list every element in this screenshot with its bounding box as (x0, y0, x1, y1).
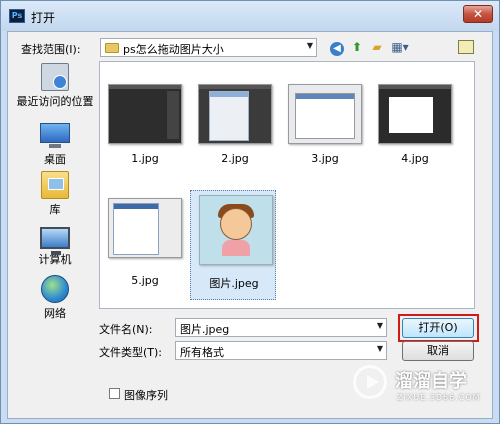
view-menu-icon[interactable]: ▦▾ (388, 38, 412, 56)
file-item-selected[interactable]: 图片.jpeg (190, 190, 276, 300)
place-label: 桌面 (44, 153, 66, 166)
file-list[interactable]: 1.jpg 2.jpg 3.jpg 4.jpg 5.jpg 图片.jpeg (99, 61, 475, 309)
place-label: 网络 (44, 307, 66, 320)
computer-icon (40, 227, 70, 255)
window-title: 打开 (31, 11, 56, 25)
file-thumbnail (108, 198, 182, 258)
filetype-label: 文件类型(T): (99, 346, 163, 359)
back-icon[interactable]: ◀ (328, 38, 346, 56)
lookin-value: ps怎么拖动图片大小 (123, 43, 224, 56)
image-sequence-label: 图像序列 (124, 389, 168, 402)
network-icon (41, 275, 69, 303)
file-name: 图片.jpeg (209, 277, 259, 290)
filename-value: 图片.jpeg (180, 323, 230, 336)
file-name: 3.jpg (311, 152, 339, 165)
desktop-icon[interactable] (458, 40, 474, 54)
file-item[interactable]: 1.jpg (102, 74, 188, 184)
file-name: 1.jpg (131, 152, 159, 165)
filename-label: 文件名(N): (99, 323, 153, 336)
file-item[interactable]: 5.jpg (102, 188, 188, 298)
file-thumbnail (198, 84, 272, 144)
title-bar[interactable]: Ps 打开 ✕ (1, 1, 499, 31)
file-name: 2.jpg (221, 152, 249, 165)
lookin-label: 查找范围(I): (21, 43, 81, 56)
place-label: 库 (49, 203, 61, 216)
file-thumbnail (108, 84, 182, 144)
open-button[interactable]: 打开(O) (402, 318, 474, 338)
watermark: 溜溜自学 ZIXUE.3D66.COM (351, 359, 481, 413)
up-folder-icon[interactable]: ⬆ (348, 38, 366, 56)
watermark-name: 溜溜自学 (395, 371, 467, 392)
filename-field[interactable]: 图片.jpeg ▼ (175, 318, 387, 337)
filetype-value: 所有格式 (180, 346, 224, 359)
desktop-icon (40, 123, 70, 148)
place-recent[interactable]: 最近访问的位置 (15, 63, 95, 109)
image-sequence-checkbox[interactable] (109, 388, 120, 399)
places-bar: 最近访问的位置 桌面 库 计算机 网络 (15, 61, 95, 320)
recent-places-icon (41, 63, 69, 91)
close-button[interactable]: ✕ (463, 5, 493, 23)
photoshop-app-icon: Ps (9, 9, 25, 23)
file-thumbnail (378, 84, 452, 144)
open-dialog: Ps 打开 ✕ 查找范围(I): ps怎么拖动图片大小 ▼ ◀ ⬆ ▰ ▦▾ 最… (0, 0, 500, 424)
place-computer[interactable]: 计算机 (15, 223, 95, 267)
play-logo-icon (353, 365, 387, 399)
lookin-dropdown[interactable]: ps怎么拖动图片大小 ▼ (100, 38, 317, 57)
file-name: 4.jpg (401, 152, 429, 165)
file-item[interactable]: 4.jpg (372, 74, 458, 184)
folder-icon (105, 43, 119, 53)
place-desktop[interactable]: 桌面 (15, 117, 95, 167)
new-folder-icon[interactable]: ▰ (368, 38, 386, 56)
filetype-dropdown[interactable]: 所有格式 ▼ (175, 341, 387, 360)
watermark-url: ZIXUE.3D66.COM (397, 393, 481, 402)
cancel-button[interactable]: 取消 (402, 341, 474, 361)
place-library[interactable]: 库 (15, 171, 95, 217)
place-label: 最近访问的位置 (16, 95, 94, 108)
file-name: 5.jpg (131, 274, 159, 287)
library-icon (41, 171, 69, 199)
chevron-down-icon[interactable]: ▼ (377, 321, 383, 330)
chevron-down-icon[interactable]: ▼ (307, 41, 313, 50)
file-thumbnail (199, 195, 273, 265)
place-network[interactable]: 网络 (15, 275, 95, 321)
file-item[interactable]: 3.jpg (282, 74, 368, 184)
chevron-down-icon[interactable]: ▼ (377, 344, 383, 353)
file-thumbnail (288, 84, 362, 144)
file-item[interactable]: 2.jpg (192, 74, 278, 184)
